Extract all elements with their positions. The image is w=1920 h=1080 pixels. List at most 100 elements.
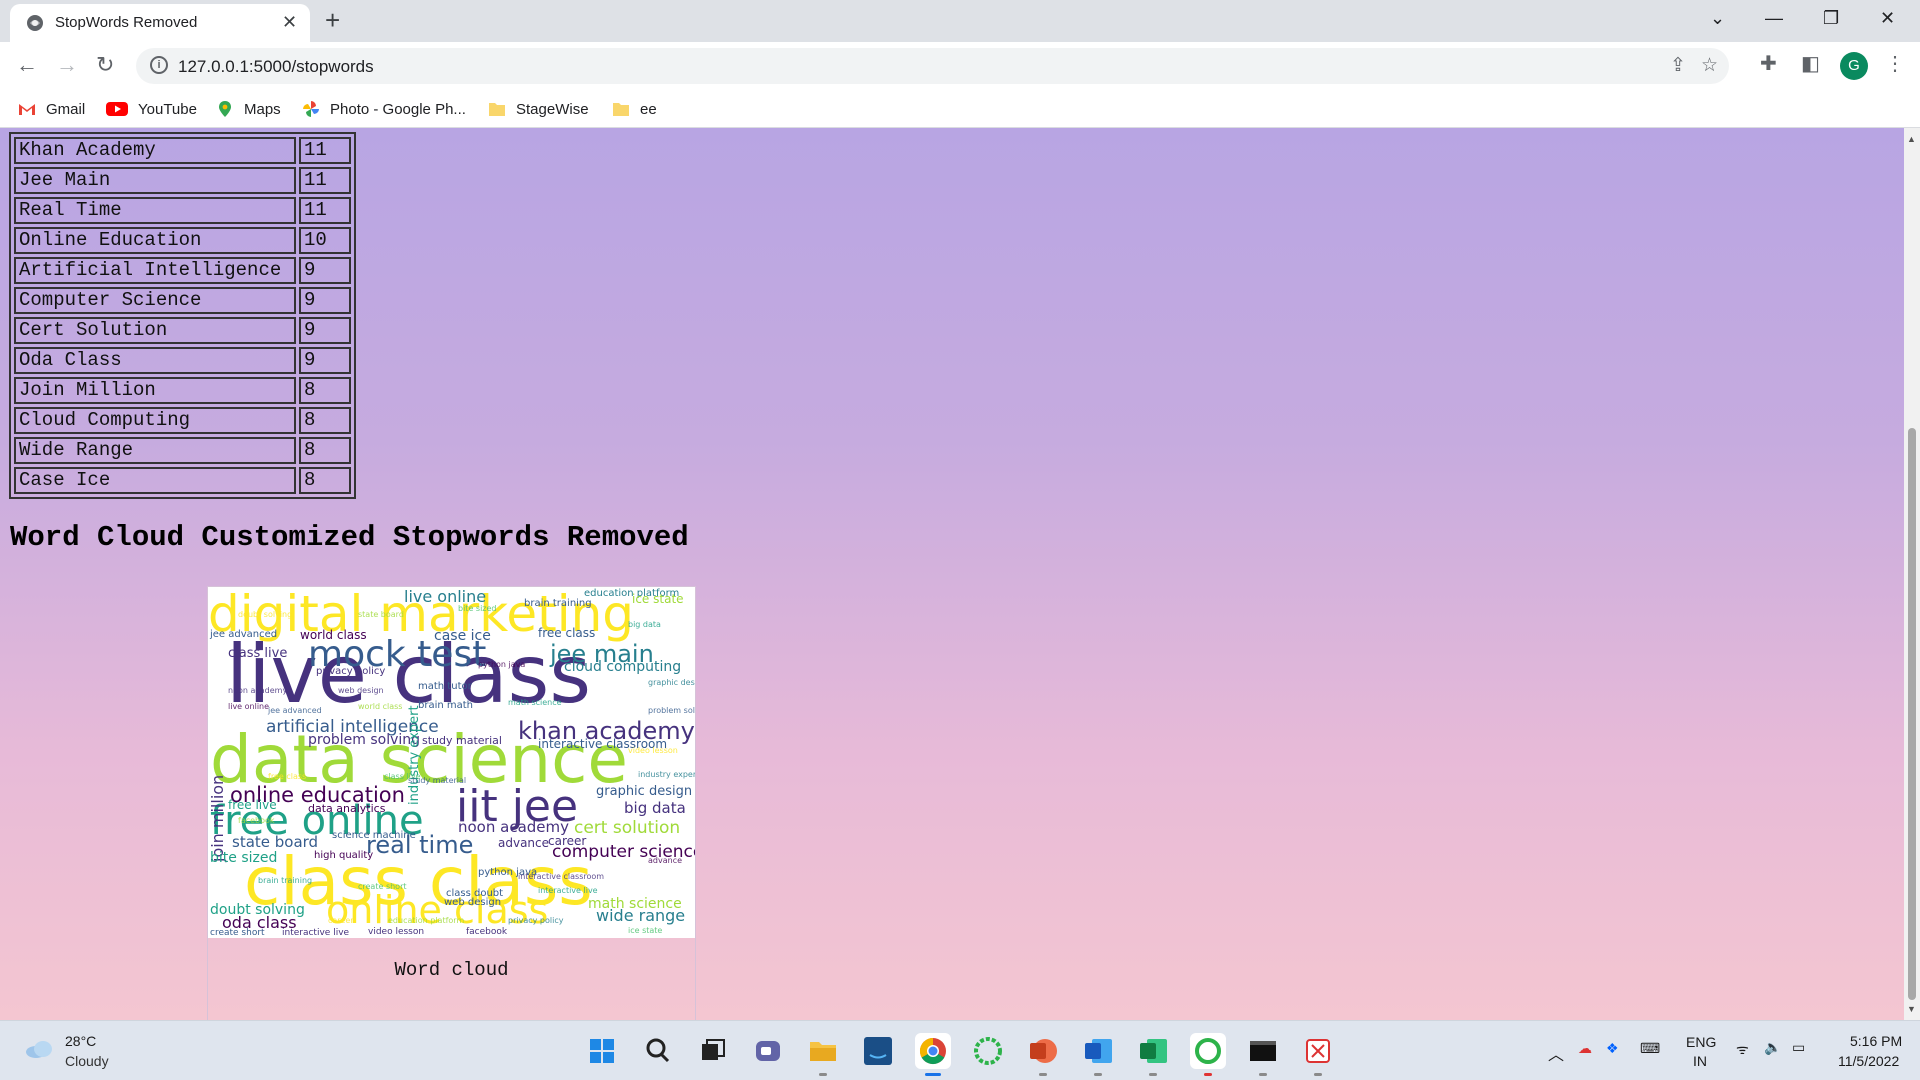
term-cell: Online Education (14, 227, 296, 254)
cloud-word: bite sized (210, 850, 278, 866)
cloud-word: free live (228, 798, 277, 812)
youtube-icon (106, 102, 128, 116)
close-window-icon[interactable]: ✕ (1880, 6, 1895, 30)
bookmark-star-icon[interactable]: ☆ (1701, 55, 1718, 77)
count-cell: 9 (299, 287, 351, 314)
photos-pinwheel-icon (303, 101, 319, 117)
file-explorer-icon[interactable] (805, 1033, 841, 1076)
tab-search-icon[interactable]: ⌄ (1710, 6, 1725, 30)
table-row: Cloud Computing 8 (14, 407, 351, 434)
active-spinner-app-icon[interactable] (1190, 1033, 1226, 1076)
cloud-word: free class (538, 626, 596, 640)
wifi-icon[interactable]: ᯤ (1736, 1040, 1749, 1059)
cloud-word: science machine (332, 830, 416, 841)
prime-video-icon[interactable] (860, 1033, 896, 1069)
address-bar[interactable]: i 127.0.0.1:5000/stopwords ⇪ ☆ (136, 48, 1729, 84)
cloud-word: education platform (388, 916, 465, 925)
clock-date[interactable]: 11/5/2022 (1838, 1053, 1899, 1069)
profile-avatar[interactable]: G (1840, 52, 1868, 80)
bookmark-maps[interactable]: Maps (216, 97, 281, 121)
chevron-up-icon[interactable]: ︿ (1548, 1041, 1564, 1065)
dropbox-icon[interactable]: ❖ (1606, 1040, 1619, 1057)
search-icon[interactable] (640, 1033, 676, 1069)
count-cell: 10 (299, 227, 351, 254)
cloud-word: math tutor (418, 681, 472, 692)
table-row: Computer Science 9 (14, 287, 351, 314)
excel-icon[interactable] (1135, 1033, 1171, 1076)
cloud-word: jee advanced (210, 629, 278, 640)
start-icon[interactable] (584, 1033, 620, 1069)
powerpoint-icon[interactable] (1025, 1033, 1061, 1076)
cloud-word: study material (408, 776, 467, 785)
bookmark-ee[interactable]: ee (612, 97, 657, 121)
teams-chat-icon[interactable] (750, 1033, 786, 1069)
cloud-word: study material (422, 734, 502, 747)
cloud-word: industry expert (407, 705, 422, 805)
table-row: Cert Solution 9 (14, 317, 351, 344)
restore-icon[interactable]: ❐ (1823, 6, 1839, 30)
side-panel-icon[interactable]: ◧ (1801, 52, 1820, 76)
language-label[interactable]: ENG (1686, 1034, 1716, 1050)
weather-condition[interactable]: Cloudy (65, 1053, 109, 1069)
cloud-word: jee advanced (268, 706, 322, 715)
cloud-word: case ice (434, 628, 491, 644)
cloud-word: free class (268, 772, 307, 781)
cloud-word: brain math (418, 700, 474, 711)
clock-time[interactable]: 5:16 PM (1850, 1033, 1902, 1049)
table-row: Join Million 8 (14, 377, 351, 404)
spinner-app-icon[interactable] (970, 1033, 1006, 1069)
url-text[interactable]: 127.0.0.1:5000/stopwords (178, 57, 374, 77)
cloud-word: state board (358, 610, 404, 619)
scroll-thumb[interactable] (1908, 428, 1916, 1000)
volume-icon[interactable]: 🔈 (1764, 1039, 1781, 1056)
scroll-down-icon[interactable]: ▼ (1907, 1004, 1916, 1014)
cloud-word: big data (624, 799, 686, 817)
cloud-word: world class (358, 702, 403, 711)
minimize-icon[interactable]: — (1765, 6, 1783, 30)
cloud-word: doubt solving (210, 902, 305, 918)
onedrive-icon[interactable]: ☁ (1578, 1040, 1592, 1057)
cloud-word: problem solving (308, 732, 421, 748)
cloud-word: bite sized (458, 604, 497, 613)
forward-icon[interactable]: → (56, 52, 78, 78)
cloud-word: facebook (466, 927, 508, 937)
bookmark-photos[interactable]: Photo - Google Ph... (302, 97, 466, 121)
page-scrollbar[interactable]: ▲ ▼ (1904, 128, 1920, 1020)
cloud-word: web design (444, 897, 502, 908)
cloud-word: class doubt (446, 888, 504, 899)
bookmark-youtube[interactable]: YouTube (106, 97, 197, 121)
menu-icon[interactable]: ⋮ (1885, 52, 1905, 76)
bookmark-stagewise[interactable]: StageWise (488, 97, 589, 121)
bookmark-label: Maps (244, 100, 281, 118)
folder-icon (613, 103, 629, 116)
tab-title: StopWords Removed (55, 14, 198, 31)
cloud-word: python java (478, 660, 526, 669)
cloud-word: big data (628, 620, 661, 629)
bookmark-gmail[interactable]: Gmail (18, 97, 85, 121)
weather-temperature[interactable]: 28°C (65, 1033, 96, 1049)
back-icon[interactable]: ← (16, 52, 38, 78)
battery-icon[interactable]: ▭ (1792, 1039, 1805, 1056)
table-row: Case Ice 8 (14, 467, 351, 494)
term-cell: Oda Class (14, 347, 296, 374)
extensions-icon[interactable]: ✚ (1760, 52, 1777, 76)
snipping-tool-icon[interactable] (1300, 1033, 1336, 1076)
cloud-weather-icon[interactable] (24, 1039, 56, 1059)
cloud-word: video lesson (368, 927, 425, 937)
region-label[interactable]: IN (1693, 1053, 1707, 1069)
task-view-icon[interactable] (695, 1033, 731, 1069)
close-tab-icon[interactable]: ✕ (282, 13, 297, 31)
cloud-word: state board (232, 833, 319, 851)
active-tab[interactable]: StopWords Removed ✕ (10, 4, 310, 42)
scroll-up-icon[interactable]: ▲ (1907, 134, 1916, 144)
keyboard-icon[interactable]: ⌨ (1640, 1040, 1660, 1057)
reload-icon[interactable]: ↻ (96, 52, 114, 78)
cloud-word: high quality (314, 850, 374, 861)
share-icon[interactable]: ⇪ (1670, 55, 1686, 77)
word-icon[interactable] (1080, 1033, 1116, 1076)
count-cell: 8 (299, 437, 351, 464)
site-info-icon[interactable]: i (150, 56, 168, 74)
chrome-icon[interactable] (915, 1033, 951, 1076)
terminal-icon[interactable] (1245, 1033, 1281, 1076)
new-tab-icon[interactable]: + (325, 6, 340, 34)
